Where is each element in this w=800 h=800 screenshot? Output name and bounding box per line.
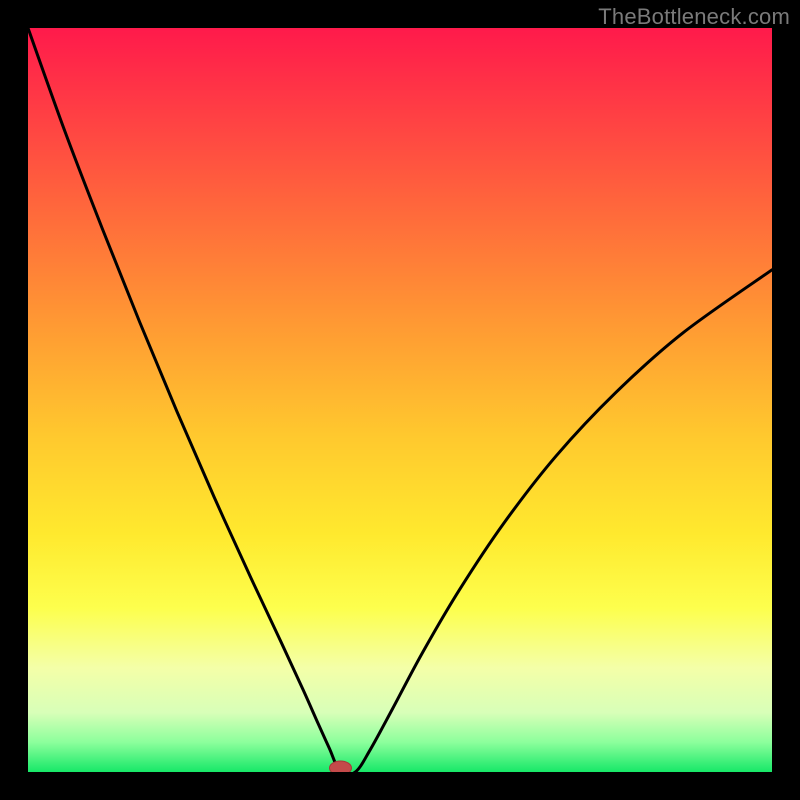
watermark-text: TheBottleneck.com [598,4,790,30]
chart-svg [28,28,772,772]
chart-frame: TheBottleneck.com [0,0,800,800]
bottleneck-curve [28,28,772,772]
curve-group [28,28,772,772]
plot-area [28,28,772,772]
marker-group [329,761,351,772]
min-marker [329,761,351,772]
